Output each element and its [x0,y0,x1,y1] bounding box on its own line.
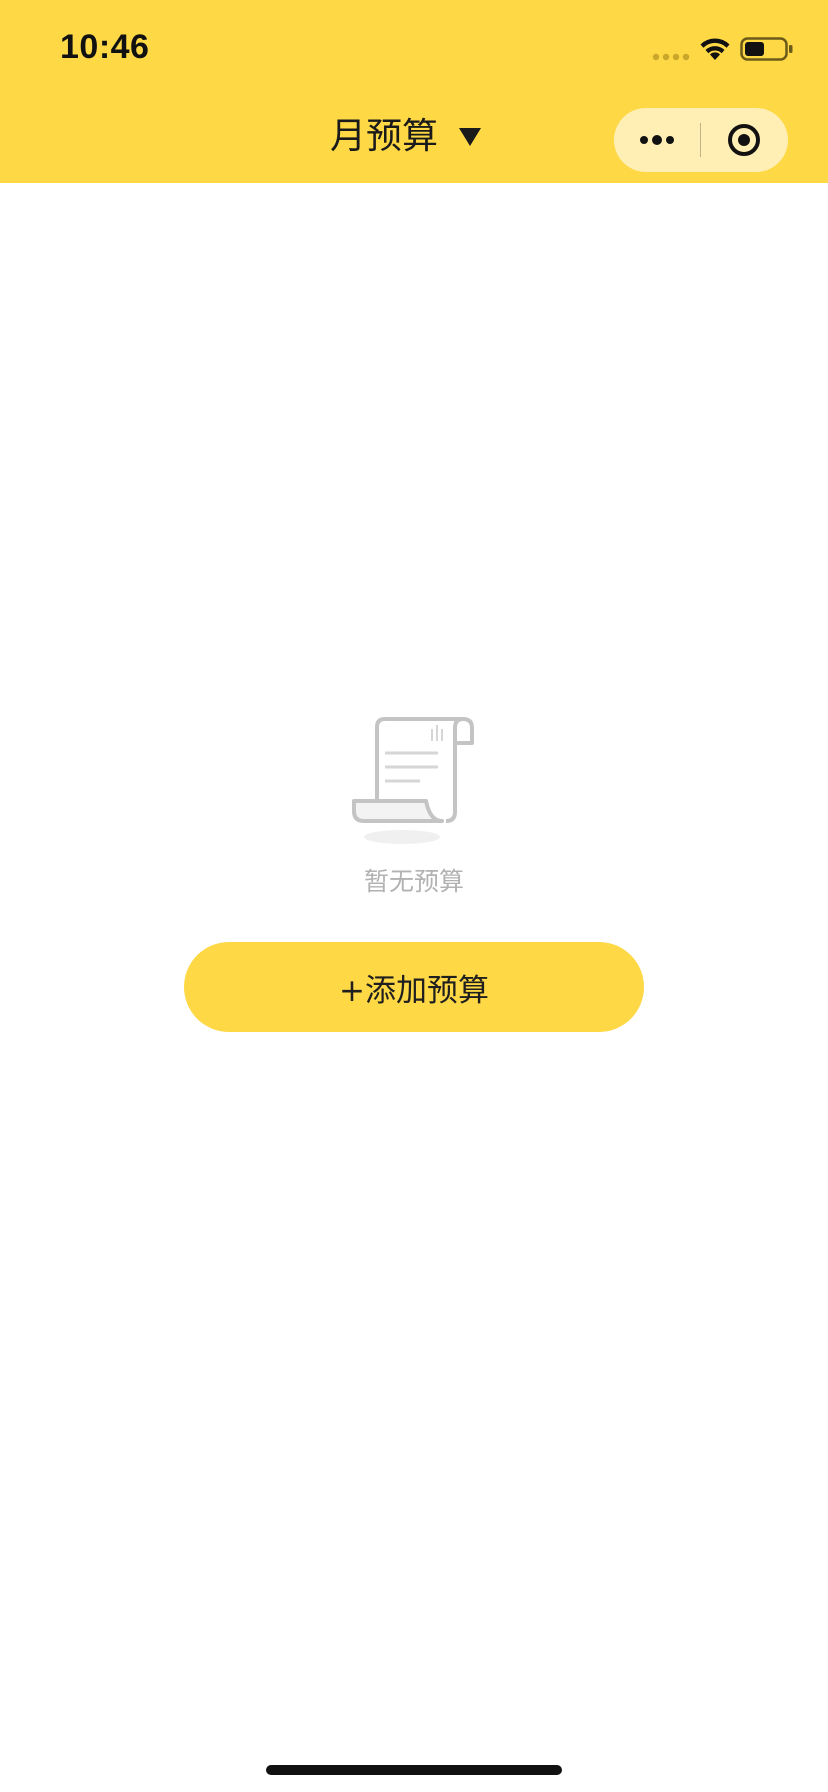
add-budget-button[interactable]: +添加预算 [184,942,644,1032]
close-button[interactable] [701,108,787,172]
mini-program-capsule [614,108,788,172]
wifi-icon [700,38,730,60]
caret-down-icon [459,128,482,146]
period-selector[interactable]: 月预算 [330,112,482,162]
empty-state-message: 暂无预算 [363,867,464,896]
status-time: 10:46 [60,28,150,66]
app-screen: 10:46 月预算 暂无预算 +添加预算 [0,0,828,1792]
empty-scroll-icon [352,717,474,844]
target-circle-icon [728,124,760,156]
more-button[interactable] [614,108,700,172]
cellular-signal-icon [652,53,690,61]
page-title: 月预算 [330,116,439,157]
battery-icon [740,37,793,61]
home-indicator [266,1765,562,1775]
more-dots-icon [640,135,674,145]
top-bar: 10:46 月预算 [0,0,828,183]
